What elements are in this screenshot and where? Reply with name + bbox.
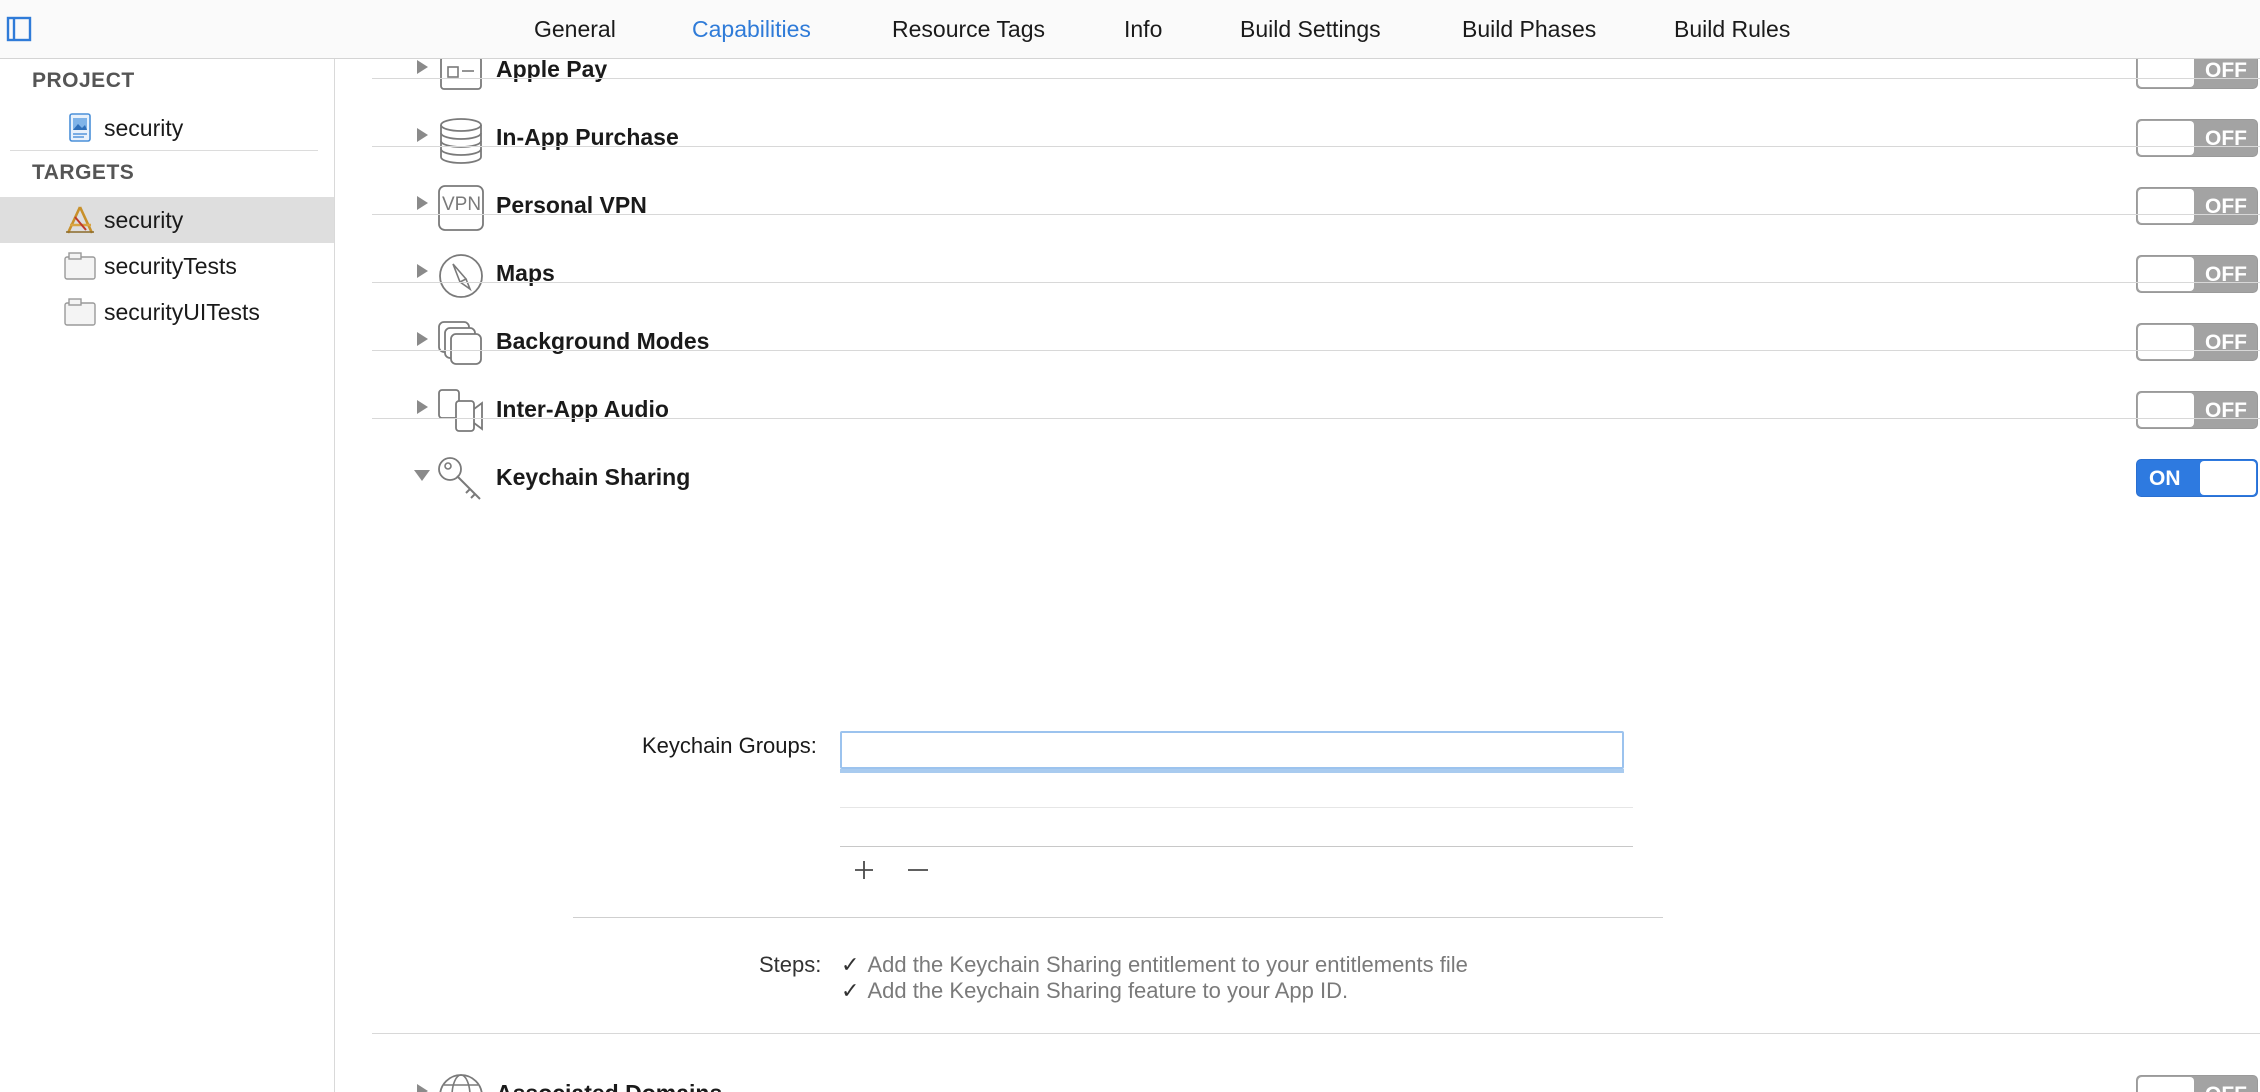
- tab-info[interactable]: Info: [1124, 16, 1162, 43]
- steps-separator: [573, 917, 1663, 918]
- row-separator: [372, 418, 2260, 419]
- vpn-icon-text: VPN: [442, 194, 482, 215]
- toggle-state-label: OFF: [2205, 59, 2247, 82]
- sidebar-item-label: security: [104, 115, 184, 141]
- apple-pay-toggle[interactable]: OFF: [2136, 59, 2258, 89]
- capability-label: Apple Pay: [496, 59, 608, 82]
- toggle-state-label: OFF: [2205, 331, 2247, 354]
- tab-resource-tags[interactable]: Resource Tags: [892, 16, 1045, 43]
- disclosure-triangle-collapsed-icon[interactable]: [412, 125, 432, 145]
- capability-label: Keychain Sharing: [496, 464, 691, 490]
- steps-label: Steps:: [759, 952, 822, 977]
- maps-toggle[interactable]: OFF: [2136, 255, 2258, 293]
- disclosure-triangle-collapsed-icon[interactable]: [412, 59, 432, 77]
- sidebar-toggle-icon[interactable]: [6, 16, 32, 42]
- keychain-sharing-toggle[interactable]: ON: [2136, 459, 2258, 497]
- disclosure-triangle-collapsed-icon[interactable]: [412, 261, 432, 281]
- tab-build-settings[interactable]: Build Settings: [1240, 16, 1381, 43]
- targets-section-header: TARGETS: [32, 161, 135, 184]
- capabilities-panel: Apple Pay OFF In-App Purchase OFF VPN Pe…: [335, 59, 2260, 1092]
- row-separator: [372, 282, 2260, 283]
- checkmark-icon: ✓: [841, 978, 860, 1003]
- toggle-state-label: ON: [2149, 467, 2181, 490]
- sidebar-item-target-securityTests[interactable]: securityTests: [0, 243, 334, 289]
- list-row-divider: [840, 807, 1633, 808]
- associated-domains-toggle[interactable]: OFF: [2136, 1075, 2258, 1092]
- input-focus-ring: [840, 769, 1624, 773]
- project-file-icon: [69, 113, 91, 142]
- globe-icon: [439, 1074, 483, 1092]
- sidebar-item-target-securityUITests[interactable]: securityUITests: [0, 289, 334, 335]
- capability-row-associated-domains: Associated Domains OFF: [372, 1045, 2260, 1092]
- keychain-group-input[interactable]: [840, 731, 1624, 769]
- sidebar-item-label: securityUITests: [104, 299, 260, 325]
- checkmark-icon: ✓: [841, 952, 860, 977]
- step-item: ✓ Add the Keychain Sharing entitlement to…: [841, 952, 1468, 978]
- sidebar-item-label: security: [104, 207, 184, 233]
- tab-build-rules[interactable]: Build Rules: [1674, 16, 1790, 43]
- inter-app-audio-toggle[interactable]: OFF: [2136, 391, 2258, 429]
- disclosure-triangle-collapsed-icon[interactable]: [412, 397, 432, 417]
- editor-tab-bar: General Capabilities Resource Tags Info …: [0, 0, 2260, 59]
- tab-build-phases[interactable]: Build Phases: [1462, 16, 1596, 43]
- add-group-button[interactable]: [851, 857, 877, 883]
- disclosure-triangle-collapsed-icon[interactable]: [412, 329, 432, 349]
- toggle-state-label: OFF: [2205, 399, 2247, 422]
- personal-vpn-toggle[interactable]: OFF: [2136, 187, 2258, 225]
- tab-capabilities[interactable]: Capabilities: [692, 16, 811, 43]
- toggle-state-label: OFF: [2205, 195, 2247, 218]
- row-separator: [372, 146, 2260, 147]
- project-section-header: PROJECT: [32, 69, 135, 92]
- step-item: ✓ Add the Keychain Sharing feature to you…: [841, 978, 1348, 1004]
- sidebar-divider: [10, 150, 318, 151]
- sidebar-item-label: securityTests: [104, 253, 237, 279]
- keychain-groups-label: Keychain Groups:: [642, 733, 817, 758]
- test-bundle-icon: [64, 298, 96, 326]
- disclosure-triangle-collapsed-icon[interactable]: [412, 193, 432, 213]
- disclosure-triangle-expanded-icon[interactable]: [412, 465, 432, 485]
- row-separator: [372, 214, 2260, 215]
- capability-row-keychain-sharing: Keychain Sharing ON: [372, 429, 2260, 527]
- test-bundle-icon: [64, 252, 96, 280]
- list-bottom-border: [840, 846, 1633, 847]
- toggle-state-label: OFF: [2205, 1083, 2247, 1092]
- toggle-state-label: OFF: [2205, 263, 2247, 286]
- app-target-icon: [66, 206, 94, 234]
- toggle-state-label: OFF: [2205, 127, 2247, 150]
- tab-general[interactable]: General: [534, 16, 616, 43]
- disclosure-triangle-collapsed-icon[interactable]: [412, 1081, 432, 1092]
- row-separator: [372, 78, 2260, 79]
- remove-group-button[interactable]: [905, 857, 931, 883]
- sidebar-item-project-security[interactable]: security: [0, 105, 334, 151]
- sidebar-item-target-security[interactable]: security: [0, 197, 334, 243]
- row-separator: [372, 350, 2260, 351]
- key-icon: [438, 457, 481, 500]
- project-target-sidebar: PROJECT security TARGETS security securi…: [0, 59, 335, 1092]
- capability-label: Associated Domains: [496, 1080, 722, 1092]
- background-modes-toggle[interactable]: OFF: [2136, 323, 2258, 361]
- row-separator: [372, 1033, 2260, 1034]
- step-text: Add the Keychain Sharing entitlement to …: [867, 952, 1468, 977]
- step-text: Add the Keychain Sharing feature to your…: [867, 978, 1349, 1003]
- in-app-purchase-toggle[interactable]: OFF: [2136, 119, 2258, 157]
